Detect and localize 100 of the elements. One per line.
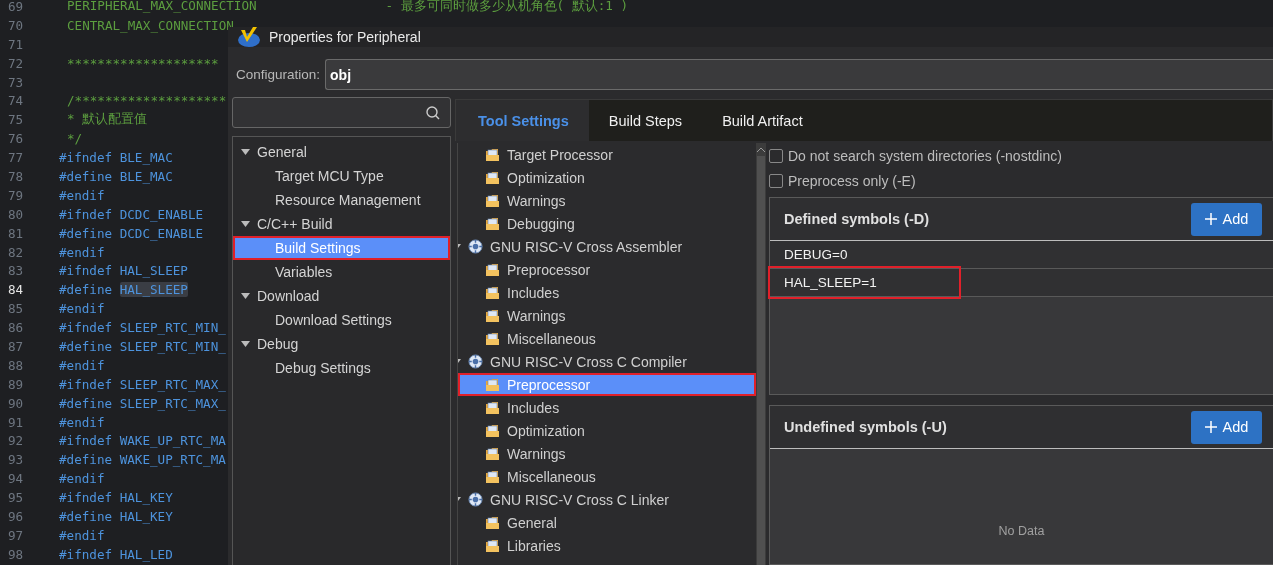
tree-item[interactable]: Warnings [458, 189, 756, 212]
code-token: SLEEP_RTC_MAX_ [119, 395, 226, 411]
tree-item[interactable]: Variables [233, 260, 450, 284]
line-number: 73 [7, 74, 25, 90]
gear-icon [468, 354, 483, 369]
code-token: #define [59, 168, 113, 184]
line-number: 96 [7, 509, 25, 524]
code-token: #define [59, 509, 113, 524]
folder-icon [485, 193, 500, 208]
code-token: #ifndef [59, 490, 113, 506]
line-number: 91 [7, 414, 25, 430]
line-number: 93 [7, 452, 25, 468]
tree-item[interactable]: General [233, 140, 450, 164]
option-label: Preprocess only (-E) [788, 172, 916, 189]
tree-item[interactable]: C/C++ Build [233, 212, 450, 236]
line-number: 72 [7, 55, 25, 71]
code-token: #define [59, 395, 113, 411]
tree-item[interactable]: Target Processor [458, 143, 756, 166]
configuration-label: Configuration: [236, 67, 321, 82]
tree-item[interactable]: Debug Settings [233, 356, 450, 380]
code-token: HAL_SLEEP [119, 282, 188, 298]
panel-title: Defined symbols (-D) [784, 211, 929, 227]
code-token: #ifndef [59, 150, 113, 166]
line-number: 92 [7, 433, 25, 449]
tree-item[interactable]: Resource Management [233, 188, 450, 212]
line-number: 77 [7, 150, 25, 166]
tree-item[interactable]: Libraries [458, 534, 756, 557]
code-token: #define [59, 282, 113, 298]
symbol-row[interactable]: HAL_SLEEP=1 [770, 269, 1273, 297]
code-token: ******************** [67, 55, 219, 71]
line-number: 95 [7, 490, 25, 506]
tree-item[interactable]: Preprocessor [458, 258, 756, 281]
scrollbar-thumb[interactable] [757, 156, 765, 565]
tree-item[interactable]: Download [233, 284, 450, 308]
folder-icon [485, 147, 500, 162]
tree-item[interactable]: Debug [233, 332, 450, 356]
symbol-row[interactable]: DEBUG=0 [770, 241, 1273, 269]
code-token: HAL_SLEEP [119, 263, 188, 279]
tree-item[interactable]: Target MCU Type [233, 164, 450, 188]
scrollbar[interactable] [756, 143, 766, 565]
plus-icon [1204, 421, 1217, 433]
line-number: 75 [7, 112, 25, 128]
tab[interactable]: Build Steps [588, 100, 703, 141]
tree-item[interactable]: General [458, 511, 756, 534]
code-token: #ifndef [59, 376, 113, 392]
tab[interactable]: Tool Settings [456, 100, 589, 141]
configuration-field[interactable]: obj [325, 59, 1273, 90]
window-title: Properties for Peripheral [269, 29, 421, 45]
code-token: #define [59, 225, 113, 241]
code-token: DCDC_ENABLE [119, 225, 204, 241]
line-number: 81 [7, 225, 25, 241]
line-number: 97 [7, 527, 25, 543]
code-token: DCDC_ENABLE [119, 206, 204, 222]
tree-item[interactable]: Optimization [458, 166, 756, 189]
tree-item[interactable]: Warnings [458, 304, 756, 327]
code-token: #endif [59, 527, 105, 543]
code-token: #endif [59, 244, 105, 260]
line-number: 70 [7, 17, 25, 33]
expand-arrow-icon [241, 293, 250, 299]
add-button[interactable]: Add [1191, 410, 1262, 444]
code-token: CENTRAL_MAX_CONNECTION [67, 17, 235, 33]
tree-item[interactable]: Includes [458, 396, 756, 419]
line-number: 82 [7, 244, 25, 260]
tree-item[interactable]: Includes [458, 281, 756, 304]
checkbox[interactable] [769, 148, 783, 163]
folder-icon [485, 538, 500, 553]
folder-icon [485, 377, 500, 392]
tree-item[interactable]: Debugging [458, 212, 756, 235]
code-token: * 默认配置值 [67, 111, 148, 129]
tree-item[interactable]: Download Settings [233, 308, 450, 332]
folder-icon [485, 331, 500, 346]
panel-title: Undefined symbols (-U) [784, 419, 947, 435]
folder-icon [485, 469, 500, 484]
empty-message: No Data [998, 524, 1045, 538]
gear-icon [468, 239, 483, 254]
folder-icon [485, 515, 500, 530]
expand-arrow-icon [241, 341, 250, 347]
code-token: BLE_MAC [119, 150, 173, 166]
folder-icon [485, 446, 500, 461]
tree-item[interactable]: GNU RISC-V Cross C Compiler [458, 350, 756, 373]
option-label: Do not search system directories (-nostdinc) [788, 147, 1062, 164]
tab[interactable]: Build Artifact [702, 100, 823, 141]
code-token: #endif [59, 357, 105, 373]
plus-icon [1204, 213, 1217, 225]
checkbox[interactable] [769, 173, 783, 188]
line-number: 90 [7, 395, 25, 411]
folder-icon [485, 216, 500, 231]
search-field[interactable] [232, 97, 451, 128]
code-token: /******************** [67, 93, 227, 109]
code-token: HAL_LED [119, 546, 173, 562]
tree-item[interactable]: GNU RISC-V Cross C Linker [458, 488, 756, 511]
tree-item[interactable]: Optimization [458, 419, 756, 442]
line-number: 83 [7, 263, 25, 279]
add-button[interactable]: Add [1191, 202, 1262, 236]
tree-item[interactable]: Warnings [458, 442, 756, 465]
tree-item[interactable]: Miscellaneous [458, 465, 756, 488]
code-token: SLEEP_RTC_MIN_ [119, 338, 226, 354]
tree-item[interactable]: GNU RISC-V Cross Assembler [458, 235, 756, 258]
tree-item[interactable]: Miscellaneous [458, 327, 756, 350]
line-number: 98 [7, 546, 25, 562]
